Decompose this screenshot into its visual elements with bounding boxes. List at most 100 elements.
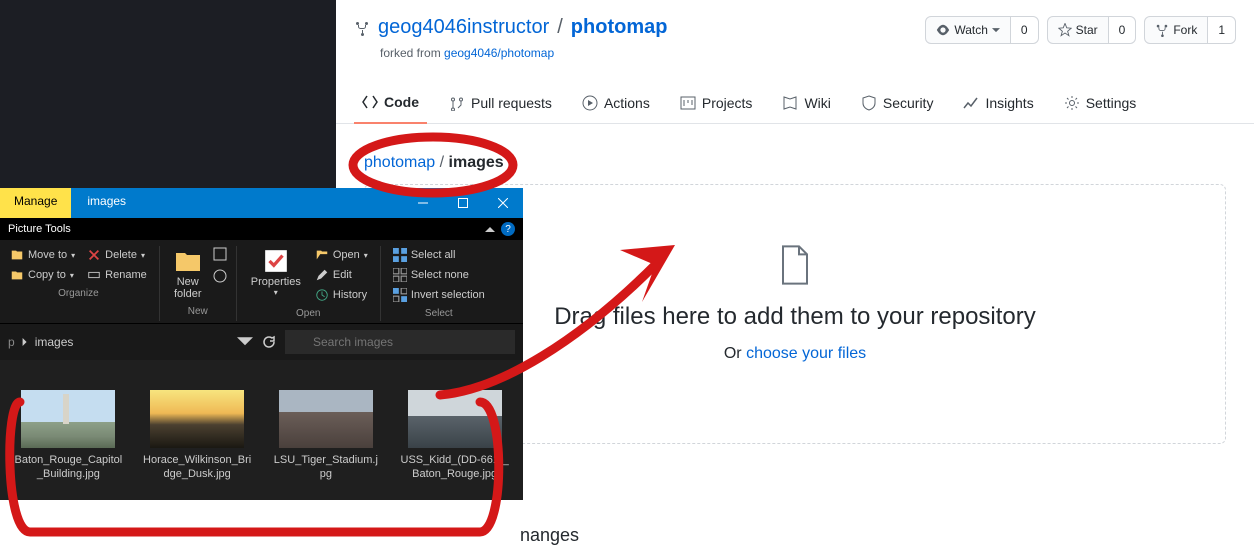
forked-from-link[interactable]: geog4046/photomap [444, 46, 554, 60]
copy-to-label: Copy to [28, 269, 66, 281]
breadcrumb-sep: / [435, 154, 448, 171]
tab-actions[interactable]: Actions [574, 86, 658, 123]
open-group-label: Open [296, 304, 320, 321]
maximize-button[interactable] [443, 188, 483, 218]
tab-settings[interactable]: Settings [1056, 86, 1145, 123]
repo-action-buttons: Watch 0 Star 0 Fork 1 [925, 16, 1236, 44]
repo-title: geog4046instructor / photomap [354, 16, 667, 39]
rename-button[interactable]: Rename [83, 266, 151, 284]
folder-icon [174, 248, 202, 274]
graph-icon [963, 95, 979, 111]
path-breadcrumb: photomap / images [336, 124, 1254, 184]
search-input[interactable] [285, 330, 515, 354]
organize-group-label: Organize [58, 284, 99, 301]
move-to-button[interactable]: Move to▾ [6, 246, 79, 264]
select-none-button[interactable]: Select none [389, 266, 489, 284]
checkmark-icon [262, 248, 290, 274]
select-none-icon [393, 268, 407, 282]
ribbon: Move to▾ Copy to▾ Delete▾ Rename Organiz… [0, 240, 523, 323]
open-button[interactable]: Open▾ [311, 246, 372, 264]
fork-label: Fork [1173, 23, 1197, 37]
choose-files-link[interactable]: choose your files [746, 345, 866, 362]
tab-wiki-label: Wiki [804, 95, 830, 111]
owner-link[interactable]: geog4046instructor [378, 16, 549, 39]
tab-settings-label: Settings [1086, 95, 1137, 111]
ribbon-context-label: Picture Tools ? [0, 218, 523, 240]
watch-label: Watch [954, 23, 988, 37]
window-title: images [71, 188, 142, 218]
chevron-right-icon [21, 338, 29, 346]
open-label: Open [333, 249, 360, 261]
file-list: Baton_Rouge_Capitol_Building.jpg Horace_… [0, 360, 523, 500]
file-item[interactable]: USS_Kidd_(DD-661)_Baton_Rouge.jpg [400, 390, 509, 482]
collapse-ribbon-icon[interactable] [485, 226, 495, 232]
tab-security[interactable]: Security [853, 86, 942, 123]
tab-security-label: Security [883, 95, 934, 111]
delete-button[interactable]: Delete▾ [83, 246, 151, 264]
invert-selection-button[interactable]: Invert selection [389, 286, 489, 304]
shield-icon [861, 95, 877, 111]
drop-or: Or [724, 345, 746, 362]
repo-link[interactable]: photomap [571, 16, 668, 39]
close-button[interactable] [483, 188, 523, 218]
tab-pulls[interactable]: Pull requests [441, 86, 560, 123]
file-item[interactable]: LSU_Tiger_Stadium.jpg [272, 390, 381, 482]
tab-code[interactable]: Code [354, 86, 427, 124]
help-icon[interactable]: ? [501, 222, 515, 236]
properties-label: Properties [251, 276, 301, 288]
tab-code-label: Code [384, 94, 419, 110]
select-all-button[interactable]: Select all [389, 246, 489, 264]
dropdown-icon[interactable] [237, 334, 253, 350]
tab-pulls-label: Pull requests [471, 95, 552, 111]
copy-to-button[interactable]: Copy to▾ [6, 266, 79, 284]
watch-count[interactable]: 0 [1010, 17, 1038, 43]
history-button[interactable]: History [311, 286, 372, 304]
fork-count[interactable]: 1 [1207, 17, 1235, 43]
fork-icon [354, 20, 370, 36]
file-name: LSU_Tiger_Stadium.jpg [272, 454, 381, 482]
star-count[interactable]: 0 [1108, 17, 1136, 43]
move-icon [10, 248, 24, 262]
rename-icon [87, 268, 101, 282]
select-group-label: Select [425, 304, 453, 321]
tab-insights[interactable]: Insights [955, 86, 1041, 123]
caret-down-icon [992, 28, 1000, 33]
history-label: History [333, 289, 367, 301]
file-item[interactable]: Baton_Rouge_Capitol_Building.jpg [14, 390, 123, 482]
path-crumb[interactable]: p images [8, 335, 229, 349]
open-icon [315, 248, 329, 262]
file-icon [779, 245, 811, 285]
edit-icon [315, 268, 329, 282]
crumb-current: images [35, 335, 74, 349]
repo-tabs: Code Pull requests Actions Projects Wiki… [336, 66, 1254, 124]
tab-wiki[interactable]: Wiki [774, 86, 838, 123]
watch-button[interactable]: Watch 0 [925, 16, 1038, 44]
new-group-label: New [188, 302, 208, 319]
invert-label: Invert selection [411, 289, 485, 301]
book-icon [782, 95, 798, 111]
explorer-titlebar[interactable]: Manage images [0, 188, 523, 218]
star-button[interactable]: Star 0 [1047, 16, 1137, 44]
new-item-icon[interactable] [212, 246, 228, 262]
thumbnail [279, 390, 373, 448]
move-to-label: Move to [28, 249, 67, 261]
minimize-button[interactable] [403, 188, 443, 218]
thumbnail [21, 390, 115, 448]
file-item[interactable]: Horace_Wilkinson_Bridge_Dusk.jpg [143, 390, 252, 482]
picture-tools-label: Picture Tools [8, 223, 71, 235]
address-bar: p images [0, 323, 523, 360]
file-name: Baton_Rouge_Capitol_Building.jpg [14, 454, 123, 482]
thumbnail [150, 390, 244, 448]
fork-icon [1155, 23, 1169, 37]
edit-label: Edit [333, 269, 352, 281]
refresh-icon[interactable] [261, 334, 277, 350]
manage-tab[interactable]: Manage [0, 188, 71, 218]
edit-button[interactable]: Edit [311, 266, 372, 284]
delete-label: Delete [105, 249, 137, 261]
easy-access-icon[interactable] [212, 268, 228, 284]
fork-button[interactable]: Fork 1 [1144, 16, 1236, 44]
properties-button[interactable]: Properties▾ [245, 246, 307, 299]
new-folder-button[interactable]: New folder [168, 246, 208, 302]
tab-projects[interactable]: Projects [672, 86, 761, 123]
breadcrumb-root[interactable]: photomap [364, 154, 435, 171]
